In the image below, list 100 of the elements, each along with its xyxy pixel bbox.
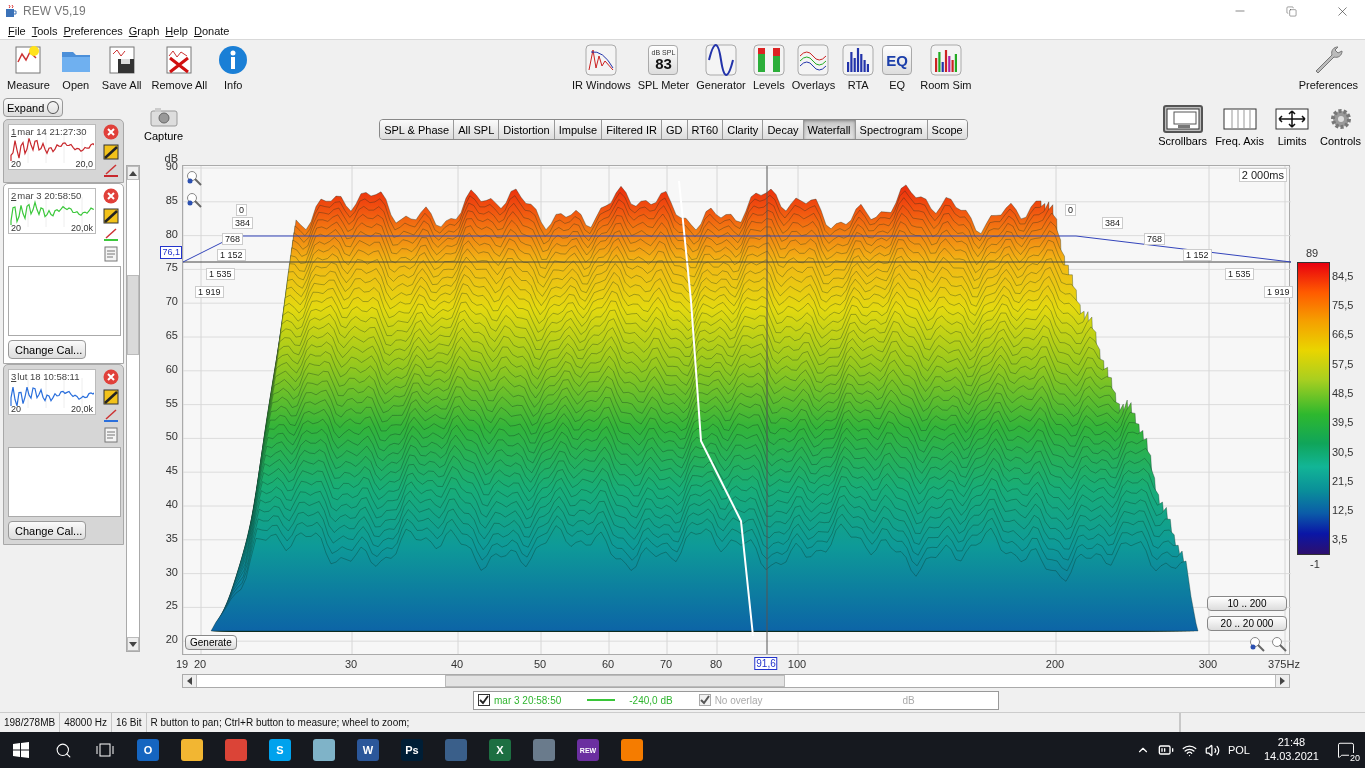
- menu-item[interactable]: File: [8, 24, 26, 37]
- window-title: REW V5,19: [23, 4, 86, 18]
- toolbar-button[interactable]: Overlays: [788, 42, 839, 93]
- toolbar-button[interactable]: Save All: [98, 42, 145, 93]
- checkbox[interactable]: [478, 694, 490, 706]
- wifi-icon[interactable]: [1181, 742, 1197, 758]
- toolbar-button[interactable]: Open: [56, 42, 95, 93]
- menu-item[interactable]: Tools: [31, 24, 58, 37]
- generate-button[interactable]: Generate: [185, 635, 237, 650]
- toolbar-button[interactable]: Preferences: [1295, 42, 1361, 93]
- toolbar-button[interactable]: Room Sim: [917, 42, 975, 93]
- zoom-out-icon[interactable]: [186, 192, 202, 208]
- battery-icon[interactable]: [1157, 742, 1174, 758]
- toolbar-button[interactable]: RTA: [839, 42, 878, 93]
- axis-label: 20: [11, 404, 21, 414]
- range-button[interactable]: 10 .. 200: [1207, 596, 1287, 611]
- toolbar-button[interactable]: Remove All: [148, 42, 211, 93]
- axis-label: 20,0k: [70, 223, 93, 233]
- graph-tab[interactable]: Filtered IR: [602, 120, 662, 139]
- menu-item[interactable]: Graph: [128, 24, 160, 37]
- view-button[interactable]: Controls: [1320, 105, 1361, 147]
- scroll-down-arrow-icon[interactable]: [129, 641, 137, 647]
- scale-label: 48,5: [1332, 386, 1354, 399]
- notification-count: 20: [1349, 753, 1361, 763]
- overlay-unit: dB: [902, 694, 915, 706]
- measurement-card[interactable]: 3 lut 18 10:58:11 20 20,0k Change Cal...: [3, 364, 124, 545]
- measurement-number: 3: [11, 371, 17, 382]
- graph-tab[interactable]: Clarity: [723, 120, 764, 139]
- pen-icon[interactable]: [103, 164, 119, 178]
- expand-button[interactable]: Expand: [3, 98, 63, 117]
- notes-field[interactable]: [8, 447, 121, 517]
- close-icon[interactable]: [103, 369, 119, 385]
- vertical-scrollbar[interactable]: [126, 165, 140, 652]
- close-icon[interactable]: [103, 124, 119, 140]
- graph-tab[interactable]: Waterfall: [803, 120, 856, 139]
- graph-tab[interactable]: GD: [662, 120, 688, 139]
- menu-item[interactable]: Preferences: [63, 24, 123, 37]
- axis-label: 20: [165, 633, 178, 646]
- cursor-value: 91,6: [754, 657, 778, 670]
- graph-tab[interactable]: Spectrogram: [855, 120, 928, 139]
- scroll-left-arrow-icon[interactable]: [187, 677, 192, 685]
- time-label: 1 919: [195, 286, 224, 298]
- taskbar-app[interactable]: Ps: [390, 732, 434, 768]
- toolbar-button[interactable]: EQ EQ: [878, 42, 917, 93]
- toolbar-button[interactable]: Levels: [749, 42, 788, 93]
- zoom-in-icon[interactable]: [1249, 636, 1265, 652]
- pen-icon[interactable]: [103, 228, 119, 242]
- app-icon: O: [137, 739, 159, 761]
- taskbar-app[interactable]: O: [126, 732, 170, 768]
- diagonal-chart-icon[interactable]: [103, 208, 119, 224]
- scale-label: 30,5: [1332, 445, 1354, 458]
- diagonal-chart-icon[interactable]: [103, 144, 119, 160]
- measurement-card[interactable]: 2 mar 3 20:58:50 20 20,0k Change Cal...: [3, 183, 124, 364]
- zoom-in-icon[interactable]: [186, 170, 202, 186]
- toolbar-button[interactable]: Info: [214, 42, 253, 93]
- measurement-card[interactable]: 1 mar 14 21:27:30 20 20,0: [3, 119, 124, 183]
- close-icon[interactable]: [103, 188, 119, 204]
- view-button[interactable]: Freq. Axis: [1215, 105, 1265, 147]
- axis-label: 80: [165, 227, 178, 240]
- time-label: 1 535: [1225, 268, 1254, 280]
- clock[interactable]: 21:48 14.03.2021: [1263, 736, 1319, 764]
- range-button[interactable]: 20 .. 20 000: [1207, 616, 1287, 631]
- graph-tab[interactable]: All SPL: [454, 120, 500, 139]
- graph-tab[interactable]: RT60: [687, 120, 724, 139]
- speaker-icon[interactable]: [1204, 742, 1220, 758]
- time-label: 384: [232, 217, 254, 229]
- notification-button[interactable]: 20: [1333, 737, 1359, 763]
- graph-tab[interactable]: Scope: [927, 120, 967, 139]
- change-cal-button[interactable]: Change Cal...: [8, 521, 86, 540]
- notes-field[interactable]: [8, 266, 121, 336]
- monitor-icon: [1165, 108, 1200, 130]
- capture-button[interactable]: Capture: [144, 107, 184, 142]
- language-indicator[interactable]: POL: [1227, 744, 1250, 756]
- info-icon: [217, 44, 250, 76]
- menu-item[interactable]: Donate: [194, 24, 230, 37]
- taskbar-app[interactable]: W: [346, 732, 390, 768]
- menu-item[interactable]: Help: [165, 24, 188, 37]
- pen-icon[interactable]: [103, 409, 119, 423]
- graph-tab[interactable]: Impulse: [554, 120, 603, 139]
- toolbar-button[interactable]: Measure: [4, 42, 53, 93]
- taskbar-app[interactable]: X: [478, 732, 522, 768]
- graph-tab[interactable]: Decay: [763, 120, 804, 139]
- zoom-out-icon[interactable]: [1271, 636, 1287, 652]
- scrollbar-thumb[interactable]: [127, 275, 139, 355]
- scroll-right-arrow-icon[interactable]: [1280, 677, 1285, 685]
- graph-tab[interactable]: Distortion: [499, 120, 555, 139]
- change-cal-button[interactable]: Change Cal...: [8, 340, 86, 359]
- scroll-up-arrow-icon[interactable]: [129, 170, 137, 176]
- toolbar-button[interactable]: Generator: [693, 42, 749, 93]
- time-label: 384: [1102, 217, 1124, 229]
- scrollbar-thumb[interactable]: [445, 675, 785, 687]
- axis-label: 375Hz: [1268, 658, 1300, 670]
- scale-label: 89: [1306, 247, 1319, 259]
- bar-chart-icon: [842, 44, 875, 76]
- graph-tab[interactable]: SPL & Phase: [380, 120, 455, 139]
- horizontal-scrollbar[interactable]: [182, 674, 1290, 688]
- diagonal-chart-icon[interactable]: [103, 389, 119, 405]
- toolbar-button[interactable]: IR Windows: [569, 42, 634, 93]
- scale-label: 39,5: [1332, 416, 1354, 429]
- view-button[interactable]: Limits: [1272, 105, 1313, 147]
